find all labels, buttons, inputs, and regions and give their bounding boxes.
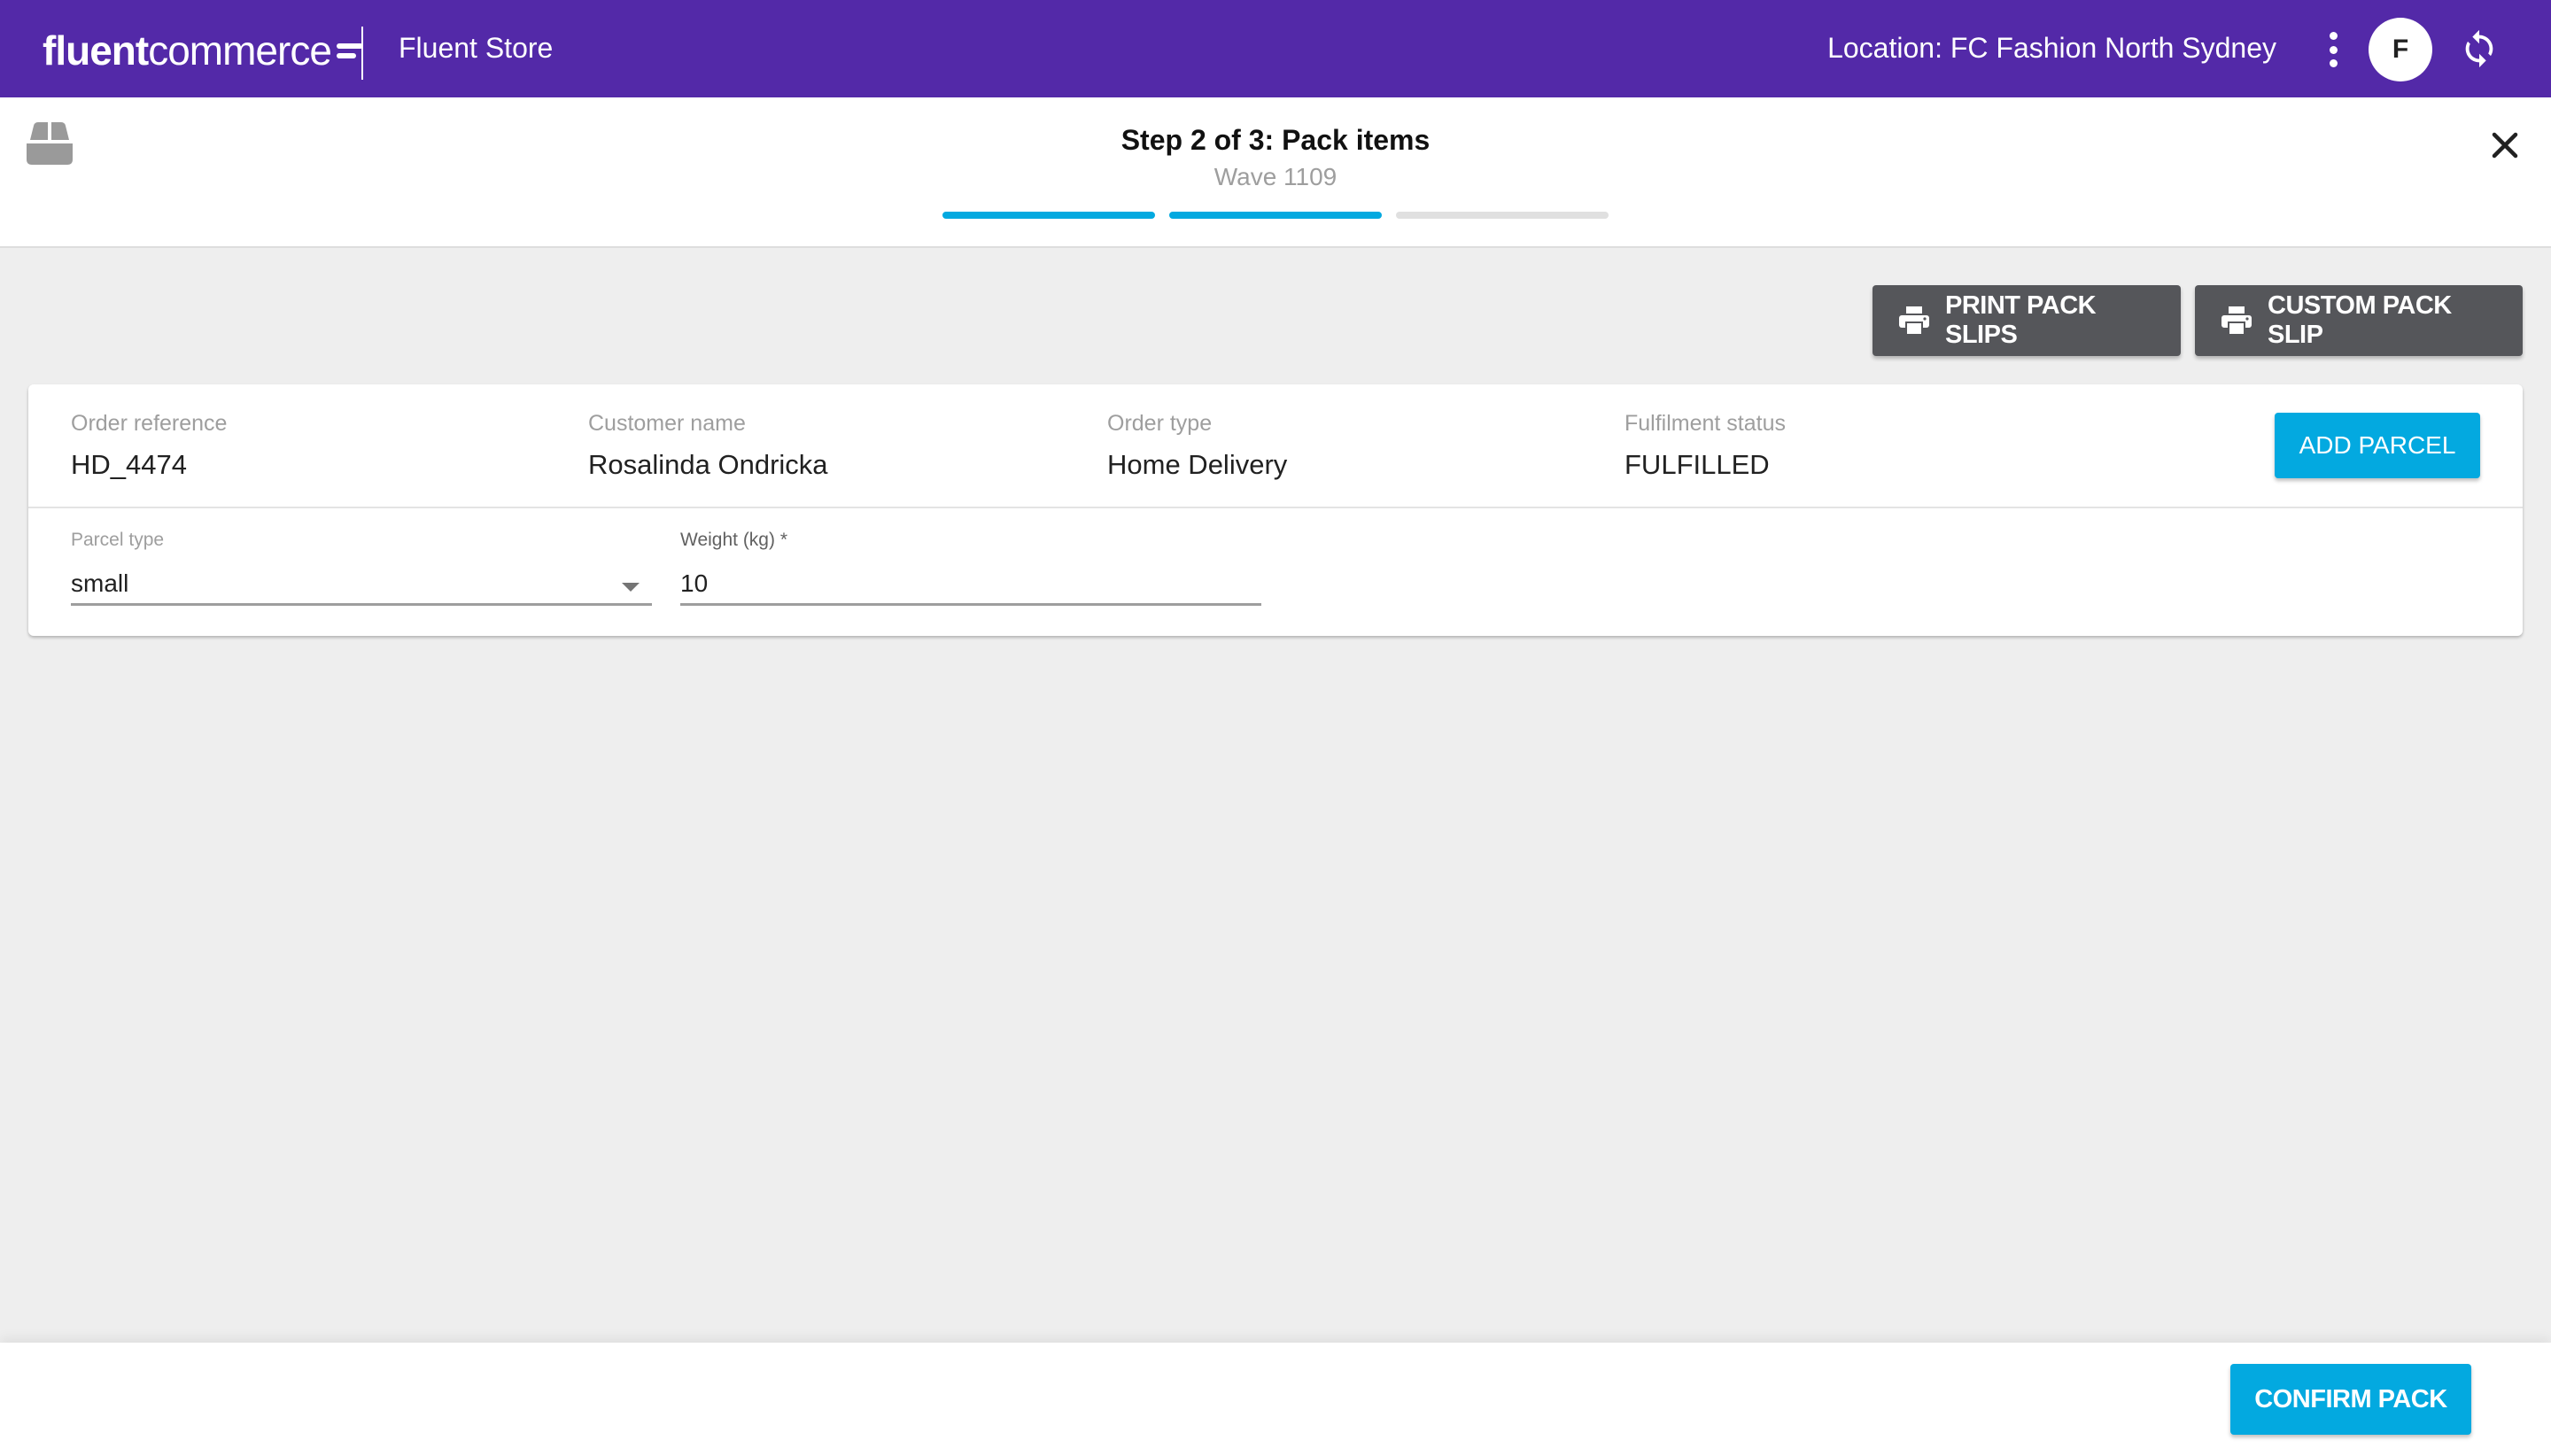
step-title: Step 2 of 3: Pack items — [1120, 124, 1431, 156]
parcel-type-value: small — [71, 569, 129, 597]
sync-icon[interactable] — [2459, 27, 2500, 71]
add-parcel-button[interactable]: ADD PARCEL — [2275, 413, 2480, 478]
fulfilment-status-label: Fulfilment status — [1624, 411, 1787, 436]
progress-step-1 — [942, 212, 1155, 219]
logo-mark-icon — [336, 43, 363, 58]
weight-field: Weight (kg) * — [680, 530, 1261, 606]
confirm-pack-button[interactable]: CONFIRM PACK — [2230, 1364, 2471, 1435]
order-parcel-card: Order reference HD_4474 Customer name Ro… — [28, 384, 2523, 636]
order-type-label: Order type — [1107, 411, 1213, 436]
progress-step-3 — [1396, 212, 1609, 219]
more-vert-icon[interactable] — [2322, 32, 2344, 67]
progress-step-2 — [1169, 212, 1382, 219]
weight-label: Weight (kg) * — [680, 530, 787, 550]
weight-input-container — [680, 563, 1261, 606]
location-label[interactable]: Location: FC Fashion North Sydney — [1827, 32, 2276, 65]
fulfilment-status-field: Fulfilment status FULFILLED — [1624, 411, 1786, 481]
custom-pack-slip-button[interactable]: CUSTOM PACK SLIP — [2195, 285, 2523, 356]
footer-bar: CONFIRM PACK — [0, 1343, 2551, 1456]
order-type-field: Order type Home Delivery — [1107, 411, 1287, 481]
custom-pack-slip-label: CUSTOM PACK SLIP — [2268, 291, 2452, 349]
card-divider — [28, 507, 2523, 508]
logo-text-light: commerce — [148, 27, 332, 74]
appbar-divider — [361, 27, 363, 80]
print-pack-slips-button[interactable]: PRINT PACK SLIPS — [1873, 285, 2181, 356]
parcel-type-label: Parcel type — [71, 530, 165, 550]
printer-icon — [1899, 306, 1929, 335]
app-bar: fluent commerce Fluent Store Location: FC… — [0, 0, 2551, 97]
customer-name-label: Customer name — [588, 411, 746, 436]
fulfilment-status-value: FULFILLED — [1624, 449, 1770, 480]
fluent-commerce-logo[interactable]: fluent commerce — [43, 27, 363, 74]
printer-icon — [2221, 306, 2252, 335]
close-icon[interactable] — [2489, 129, 2521, 161]
dropdown-arrow-icon[interactable] — [622, 583, 640, 592]
wave-subtitle: Wave 1109 — [1213, 163, 1338, 190]
weight-input[interactable] — [680, 569, 1261, 598]
parcel-type-field: Parcel type small — [71, 530, 652, 606]
parcel-type-select[interactable]: small — [71, 563, 652, 606]
order-reference-label: Order reference — [71, 411, 228, 436]
order-reference-field: Order reference HD_4474 — [71, 411, 227, 481]
step-progress — [942, 212, 1609, 219]
step-header: Step 2 of 3: Pack items Wave 1109 — [0, 97, 2551, 248]
app-name: Fluent Store — [399, 32, 554, 64]
customer-name-field: Customer name Rosalinda Ondricka — [588, 411, 828, 481]
logo-text-bold: fluent — [43, 27, 149, 74]
user-avatar[interactable]: F — [2369, 18, 2432, 81]
order-type-value: Home Delivery — [1107, 449, 1288, 480]
customer-name-value: Rosalinda Ondricka — [588, 449, 828, 480]
order-reference-value: HD_4474 — [71, 449, 187, 480]
print-pack-slips-label: PRINT PACK SLIPS — [1945, 291, 2097, 349]
